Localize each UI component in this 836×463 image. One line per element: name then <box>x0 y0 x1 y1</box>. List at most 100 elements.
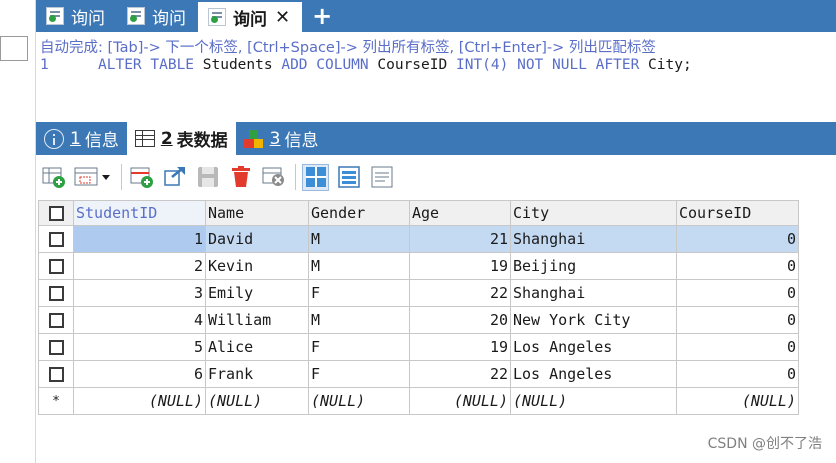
sql-editor[interactable]: 自动完成: [Tab]-> 下一个标签, [Ctrl+Space]-> 列出所有… <box>36 32 836 114</box>
cell[interactable]: 3 <box>73 279 206 307</box>
table-row[interactable]: 4 William M 20 New York City 0 <box>38 306 799 334</box>
cell[interactable]: Los Angeles <box>510 333 677 361</box>
result-tab-label: 表数据 <box>176 131 228 151</box>
object-browser-edge[interactable] <box>0 36 28 61</box>
toolbar-separator <box>295 164 296 190</box>
row-checkbox[interactable] <box>38 333 74 361</box>
column-header[interactable]: CourseID <box>676 200 799 226</box>
cell[interactable]: 6 <box>73 360 206 388</box>
table-row[interactable]: 1 David M 21 Shanghai 0 <box>38 225 799 253</box>
new-tab-button[interactable]: + <box>302 0 342 32</box>
table-row[interactable]: 5 Alice F 19 Los Angeles 0 <box>38 333 799 361</box>
cell[interactable]: 5 <box>73 333 206 361</box>
query-tab-bar: 询问 询问 询问 ✕ + <box>36 0 836 32</box>
cell[interactable]: F <box>308 279 410 307</box>
info-icon <box>44 128 64 149</box>
text-view-button[interactable] <box>368 164 395 191</box>
table-row[interactable]: 3 Emily F 22 Shanghai 0 <box>38 279 799 307</box>
query-tab-3[interactable]: 询问 ✕ <box>198 2 303 32</box>
insert-row-button[interactable] <box>40 164 67 191</box>
cell[interactable]: 2 <box>73 252 206 280</box>
cell[interactable]: 21 <box>409 225 511 253</box>
delete-button[interactable] <box>227 164 254 191</box>
cell[interactable]: Alice <box>205 333 309 361</box>
cell[interactable]: 1 <box>73 225 206 253</box>
cell[interactable]: 0 <box>676 306 799 334</box>
cell[interactable]: Los Angeles <box>510 360 677 388</box>
code-line: 1 ALTER TABLE Students ADD COLUMN CourseI… <box>36 57 692 73</box>
cell[interactable]: 4 <box>73 306 206 334</box>
null-cell[interactable]: (NULL) <box>409 387 511 415</box>
query-tab-2[interactable]: 询问 <box>117 0 198 32</box>
cell[interactable]: 22 <box>409 360 511 388</box>
grid-dropdown-button[interactable] <box>73 164 113 191</box>
select-all-checkbox[interactable] <box>38 200 74 226</box>
query-tab-1[interactable]: 询问 <box>36 0 117 32</box>
column-header[interactable]: City <box>510 200 677 226</box>
duplicate-row-button[interactable] <box>128 164 155 191</box>
sql-identifier: CourseID <box>377 57 448 73</box>
form-view-icon <box>337 166 360 188</box>
null-cell[interactable]: (NULL) <box>205 387 309 415</box>
null-cell[interactable]: (NULL) <box>676 387 799 415</box>
cell[interactable]: M <box>308 225 410 253</box>
table-row[interactable]: 2 Kevin M 19 Beijing 0 <box>38 252 799 280</box>
result-tab-label: 信息 <box>284 131 319 151</box>
cell[interactable]: 0 <box>676 360 799 388</box>
table-row[interactable]: 6 Frank F 22 Los Angeles 0 <box>38 360 799 388</box>
duplicate-row-icon <box>130 167 153 188</box>
column-header[interactable]: StudentID <box>73 200 206 226</box>
text-view-icon <box>371 166 392 188</box>
cell[interactable]: 19 <box>409 252 511 280</box>
left-gutter <box>0 0 36 463</box>
save-button[interactable] <box>194 164 221 191</box>
cell[interactable]: Shanghai <box>510 225 677 253</box>
cell[interactable]: 19 <box>409 333 511 361</box>
cell[interactable]: F <box>308 333 410 361</box>
form-view-button[interactable] <box>335 164 362 191</box>
refresh-button[interactable] <box>161 164 188 191</box>
refresh-icon <box>163 167 185 186</box>
column-header[interactable]: Gender <box>308 200 410 226</box>
null-cell[interactable]: (NULL) <box>510 387 677 415</box>
cell[interactable]: Frank <box>205 360 309 388</box>
cell[interactable]: M <box>308 306 410 334</box>
result-tab-messages[interactable]: 1 信息 <box>36 122 127 155</box>
cell[interactable]: William <box>205 306 309 334</box>
cell[interactable]: 0 <box>676 252 799 280</box>
cell[interactable]: 0 <box>676 279 799 307</box>
new-row[interactable]: * (NULL) (NULL) (NULL) (NULL) (NULL) (NU… <box>38 387 799 415</box>
row-checkbox[interactable] <box>38 252 74 280</box>
null-cell[interactable]: (NULL) <box>73 387 206 415</box>
cell[interactable]: David <box>205 225 309 253</box>
row-checkbox[interactable] <box>38 225 74 253</box>
query-tab-label: 询问 <box>71 8 105 29</box>
delete-icon <box>231 166 250 187</box>
grid-view-button[interactable] <box>302 163 329 191</box>
cell[interactable]: F <box>308 360 410 388</box>
row-checkbox[interactable] <box>38 360 74 388</box>
cell[interactable]: Beijing <box>510 252 677 280</box>
cell[interactable]: Emily <box>205 279 309 307</box>
column-header[interactable]: Age <box>409 200 511 226</box>
result-tab-table-data[interactable]: 2 表数据 <box>126 122 236 155</box>
null-cell[interactable]: (NULL) <box>308 387 410 415</box>
cell[interactable]: New York City <box>510 306 677 334</box>
cell[interactable]: Kevin <box>205 252 309 280</box>
result-tab-number: 3 <box>269 128 281 149</box>
result-tab-info[interactable]: 3 信息 <box>236 122 327 155</box>
result-tab-label: 信息 <box>84 131 119 151</box>
cell[interactable]: Shanghai <box>510 279 677 307</box>
cell[interactable]: M <box>308 252 410 280</box>
row-checkbox[interactable] <box>38 279 74 307</box>
save-icon <box>197 167 218 187</box>
column-header[interactable]: Name <box>205 200 309 226</box>
new-row-marker: * <box>38 387 74 415</box>
cell[interactable]: 20 <box>409 306 511 334</box>
cell[interactable]: 0 <box>676 225 799 253</box>
cell[interactable]: 0 <box>676 333 799 361</box>
cell[interactable]: 22 <box>409 279 511 307</box>
row-checkbox[interactable] <box>38 306 74 334</box>
cancel-button[interactable] <box>260 164 287 191</box>
close-tab-icon[interactable]: ✕ <box>275 7 290 28</box>
